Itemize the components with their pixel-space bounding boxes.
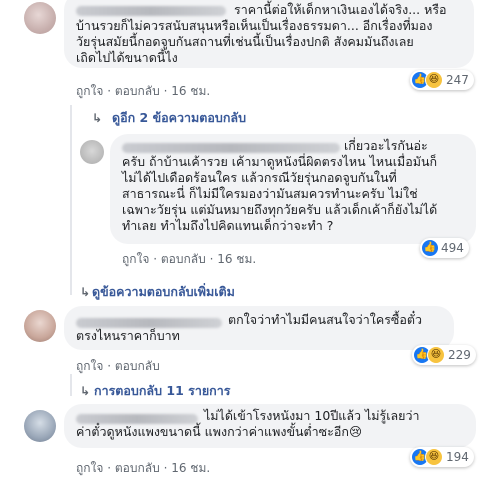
haha-icon: 😆: [427, 346, 445, 364]
comment-text: ตรงไหนราคาก็บาท: [76, 328, 180, 343]
reaction-count: 194: [446, 450, 469, 464]
comment-text: ตกใจว่าทำไมมีคนสนใจว่าใครซื้อตั๋ว: [228, 312, 423, 327]
thread-line: [70, 374, 72, 396]
reaction-count: 494: [441, 241, 464, 255]
reaction-summary[interactable]: 👍 😆 194: [410, 447, 474, 467]
like-link[interactable]: ถูกใจ: [76, 461, 103, 475]
like-link[interactable]: ถูกใจ: [122, 252, 149, 266]
comment-text: บ้านรวยก็ไม่ควรสนับสนุนหรือเห็นเป็นเรื่อ…: [76, 18, 433, 33]
like-link[interactable]: ถูกใจ: [76, 84, 103, 98]
commenter-name[interactable]: [122, 143, 340, 153]
commenter-name[interactable]: [76, 6, 226, 16]
comment-text: ไม่ได้ไปเดือดร้อนใคร แล้วกรณีวัยรุ่นกอดจ…: [122, 170, 397, 185]
comment-text: วัยรุ่นสมัยนี้กอดจูบกันสถานที่เช่นนี้เป็…: [76, 34, 414, 49]
reply-arrow-icon: ↳: [92, 111, 103, 125]
timestamp[interactable]: 16 ชม.: [171, 84, 210, 98]
avatar[interactable]: [80, 140, 104, 164]
timestamp[interactable]: 16 ชม.: [171, 461, 210, 475]
like-link[interactable]: ถูกใจ: [76, 359, 103, 373]
haha-icon: 😆: [425, 71, 443, 89]
comment-text: สาธารณะนี่ ก็ไม่มีใครมองว่ามันสมควรทำนะค…: [122, 186, 418, 201]
commenter-name[interactable]: [76, 318, 222, 328]
thread-line: [70, 105, 72, 295]
comment-text: ทำเลย ทำไมถึงไปคิดแทนเด็กว่าจะทำ ?: [122, 218, 334, 233]
avatar[interactable]: [24, 310, 56, 342]
reply-arrow-icon: ↳: [80, 384, 91, 398]
comment-actions: ถูกใจ · ตอบกลับ · 16 ชม.: [122, 252, 257, 266]
reply-link[interactable]: ตอบกลับ: [115, 461, 160, 475]
view-more-replies-link[interactable]: ↳ ดูข้อความตอบกลับเพิ่มเติม: [80, 282, 235, 302]
reply-link[interactable]: ตอบกลับ: [115, 359, 160, 373]
reaction-summary[interactable]: 👍 494: [420, 238, 469, 258]
view-replies-link[interactable]: ↳ ดูอีก 2 ข้อความตอบกลับ: [92, 108, 246, 128]
comment-actions: ถูกใจ · ตอบกลับ · 16 ชม.: [76, 84, 211, 98]
reply-arrow-icon: ↳: [80, 285, 91, 299]
timestamp[interactable]: 16 ชม.: [217, 252, 256, 266]
replies-count-link[interactable]: ↳ การตอบกลับ 11 รายการ: [80, 381, 230, 401]
comment-text: ราคานี้ต่อให้เด็กหาเงินเองได้จริง... หรื…: [234, 2, 447, 17]
comment-actions: ถูกใจ · ตอบกลับ: [76, 359, 160, 373]
comment-text: ครับ ถ้าบ้านเค้ารวย เค้ามาดูหนังนี่ผิดตร…: [122, 154, 438, 169]
comment-actions: ถูกใจ · ตอบกลับ · 16 ชม.: [76, 461, 211, 475]
reaction-summary[interactable]: 👍 😆 229: [412, 345, 476, 365]
reaction-count: 247: [446, 73, 469, 87]
reply-link[interactable]: ตอบกลับ: [115, 84, 160, 98]
comment-text: เกี่ยวอะไรกันอ่ะ: [344, 138, 428, 153]
reaction-count: 229: [448, 348, 471, 362]
reaction-summary[interactable]: 👍 😆 247: [410, 70, 474, 90]
avatar[interactable]: [24, 2, 56, 34]
comment-text: เฉพาะวัยรุ่น แต่มันหมายถึงทุกวัยครับ แล้…: [122, 202, 438, 217]
reply-link[interactable]: ตอบกลับ: [161, 252, 206, 266]
avatar[interactable]: [24, 410, 56, 442]
commenter-name[interactable]: [76, 414, 198, 424]
comment-text: ไม่ได้เข้าโรงหนังมา 10ปีแล้ว ไม่รู้เลยว่…: [204, 408, 420, 423]
like-icon: 👍: [422, 240, 438, 256]
haha-icon: 😆: [425, 448, 443, 466]
comment-text: เถิดไปได้ขนาดนี้ไง: [76, 50, 178, 65]
comment-text: ค่าตั๋วดูหนังแพงขนาดนี้ แพงกว่าค่าแพงขั้…: [76, 424, 362, 439]
